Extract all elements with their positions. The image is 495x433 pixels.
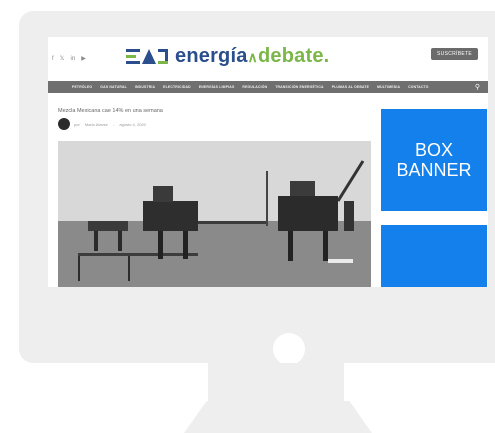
secondary-banner-ad[interactable] <box>381 225 487 287</box>
meta-separator: - <box>112 121 115 127</box>
box-banner-line2: BANNER <box>396 160 472 180</box>
social-links: f 𝕏 in ▶ <box>52 55 86 63</box>
avatar <box>58 118 70 130</box>
site-header: f 𝕏 in ▶ energía∧debate. SUSCRÍBETE <box>48 37 488 81</box>
search-icon[interactable]: ⚲ <box>475 83 480 91</box>
nav-item-industria[interactable]: INDUSTRIA <box>135 85 155 89</box>
subscribe-button[interactable]: SUSCRÍBETE <box>431 48 478 60</box>
facebook-icon[interactable]: f <box>52 55 54 63</box>
nav-item-gas-natural[interactable]: GAS NATURAL <box>100 85 127 89</box>
logo-dot: . <box>323 45 330 67</box>
nav-item-petroleo[interactable]: PETRÓLEO <box>72 85 92 89</box>
author-name[interactable]: Mario Alavez <box>85 122 108 127</box>
monitor-stand-foot <box>184 401 372 433</box>
publish-date: agosto 4, 2020 <box>119 121 146 127</box>
box-banner-ad[interactable]: BOX BANNER <box>381 109 487 211</box>
oil-platform-image <box>58 141 371 287</box>
logo-wordmark: energía∧debate. <box>175 45 330 67</box>
logo-part-a: energía <box>175 45 248 67</box>
box-banner-line1: BOX <box>414 140 453 160</box>
article-title[interactable]: Mezcla Mexicana cae 14% en una semana <box>58 108 163 114</box>
by-label: por <box>74 121 80 127</box>
logo-part-b: debate <box>258 45 324 67</box>
monitor-stand-neck <box>208 363 344 401</box>
nav-item-electricidad[interactable]: ELECTRICIDAD <box>163 85 191 89</box>
article-photo <box>58 141 371 287</box>
site-logo[interactable]: energía∧debate. <box>126 45 329 68</box>
youtube-icon[interactable]: ▶ <box>81 55 86 63</box>
power-button <box>273 333 305 365</box>
nav-item-multimedia[interactable]: MULTIMEDIA <box>377 85 400 89</box>
nav-item-contacto[interactable]: CONTACTO <box>408 85 429 89</box>
nav-item-energias-limpias[interactable]: ENERGÍAS LIMPIAS <box>199 85 235 89</box>
article-meta: por Mario Alavez - agosto 4, 2020 <box>58 118 150 130</box>
author-line: por Mario Alavez - agosto 4, 2020 <box>74 122 150 127</box>
twitter-icon[interactable]: 𝕏 <box>60 55 65 63</box>
nav-item-plumas[interactable]: PLUMAS AL DEBATE <box>332 85 369 89</box>
linkedin-icon[interactable]: in <box>71 55 76 63</box>
page-content: Mezcla Mexicana cae 14% en una semana po… <box>48 93 488 287</box>
main-nav: PETRÓLEO GAS NATURAL INDUSTRIA ELECTRICI… <box>48 81 488 93</box>
website-screen: f 𝕏 in ▶ energía∧debate. SUSCRÍBETE PETR… <box>48 37 488 287</box>
nav-item-transicion[interactable]: TRANSICIÓN ENERGÉTICA <box>275 85 323 89</box>
nav-item-regulacion[interactable]: REGULACIÓN <box>242 85 267 89</box>
logo-mark-icon <box>126 47 170 67</box>
